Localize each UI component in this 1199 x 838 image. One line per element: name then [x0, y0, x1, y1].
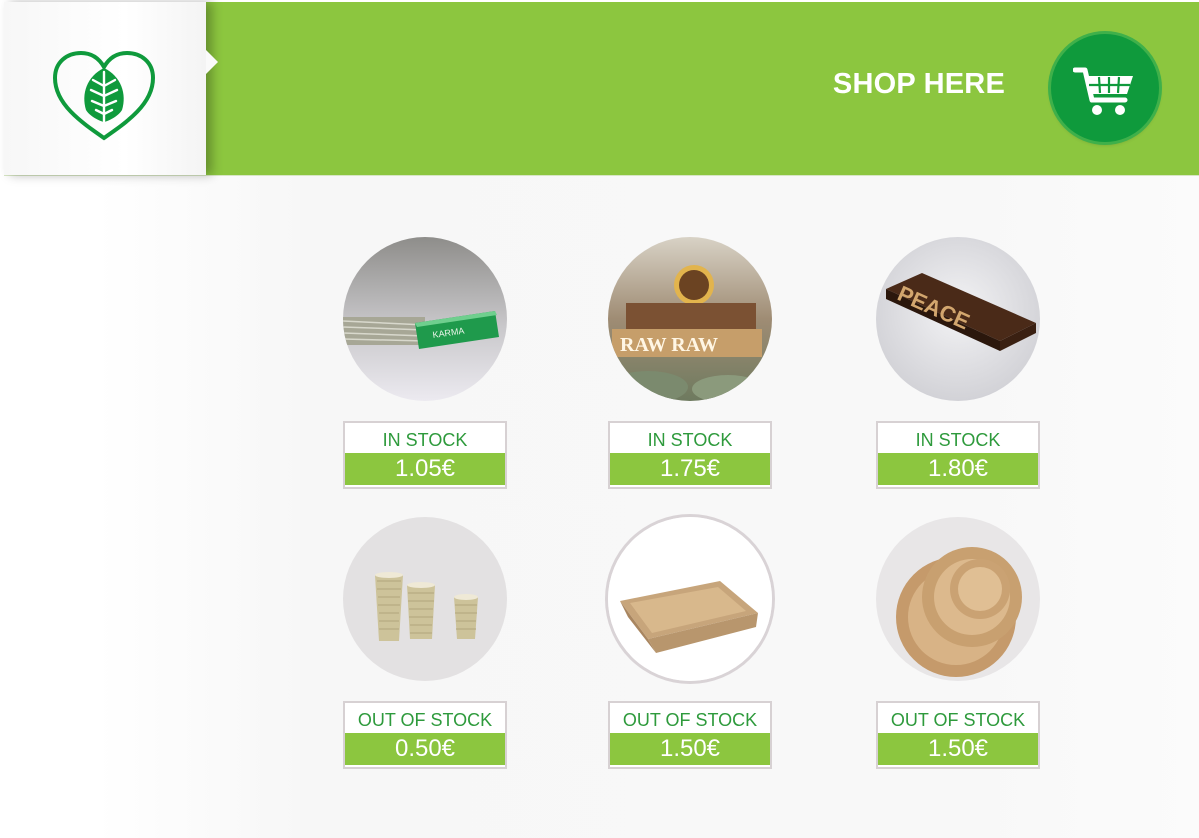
- cart-button[interactable]: [1051, 34, 1159, 142]
- bamboo-plates-image[interactable]: [876, 517, 1040, 681]
- stock-status: IN STOCK: [382, 430, 468, 450]
- stock-box: IN STOCK 1.80€: [876, 421, 1040, 489]
- shopping-cart-icon: [1073, 67, 1133, 115]
- stock-status: OUT OF STOCK: [357, 710, 493, 730]
- karma-filter-tips-image[interactable]: KARMA: [343, 237, 507, 401]
- heart-leaf-icon: [52, 50, 156, 141]
- logo-panel[interactable]: [4, 2, 218, 175]
- stock-status: IN STOCK: [915, 430, 1001, 450]
- product-card[interactable]: RAW RAW IN STOCK 1.75€: [608, 237, 772, 489]
- price-label: 0.50€: [345, 733, 505, 765]
- product-card[interactable]: KARMA IN STOCK 1.05€: [343, 237, 507, 489]
- stock-box: OUT OF STOCK 0.50€: [343, 701, 507, 769]
- price-label: 1.80€: [878, 453, 1038, 485]
- price-label: 1.50€: [878, 733, 1038, 765]
- product-card[interactable]: OUT OF STOCK 1.50€: [876, 517, 1040, 769]
- stock-status: OUT OF STOCK: [890, 710, 1026, 730]
- shop-here-label[interactable]: SHOP HERE: [833, 68, 1005, 101]
- stock-box: OUT OF STOCK 1.50€: [876, 701, 1040, 769]
- product-card[interactable]: OUT OF STOCK 0.50€: [343, 517, 507, 769]
- price-label: 1.50€: [610, 733, 770, 765]
- product-card[interactable]: PEACE IN STOCK 1.80€: [876, 237, 1040, 489]
- price-label: 1.75€: [610, 453, 770, 485]
- raw-rolling-papers-image[interactable]: RAW RAW: [608, 237, 772, 401]
- header-bar: SHOP HERE: [4, 2, 1199, 176]
- peace-rolling-papers-image[interactable]: PEACE: [876, 237, 1040, 401]
- stock-status: IN STOCK: [647, 430, 733, 450]
- stock-status: OUT OF STOCK: [622, 710, 758, 730]
- stock-box: IN STOCK 1.75€: [608, 421, 772, 489]
- product-grid: KARMA IN STOCK 1.05€ RAW RAW IN STOCK 1.…: [0, 176, 1199, 838]
- stock-box: IN STOCK 1.05€: [343, 421, 507, 489]
- svg-text:RAW RAW: RAW RAW: [620, 334, 718, 356]
- product-card[interactable]: OUT OF STOCK 1.50€: [608, 517, 772, 769]
- stock-box: OUT OF STOCK 1.50€: [608, 701, 772, 769]
- price-label: 1.05€: [345, 453, 505, 485]
- paper-cups-image[interactable]: [343, 517, 507, 681]
- paper-tray-image[interactable]: [608, 517, 772, 681]
